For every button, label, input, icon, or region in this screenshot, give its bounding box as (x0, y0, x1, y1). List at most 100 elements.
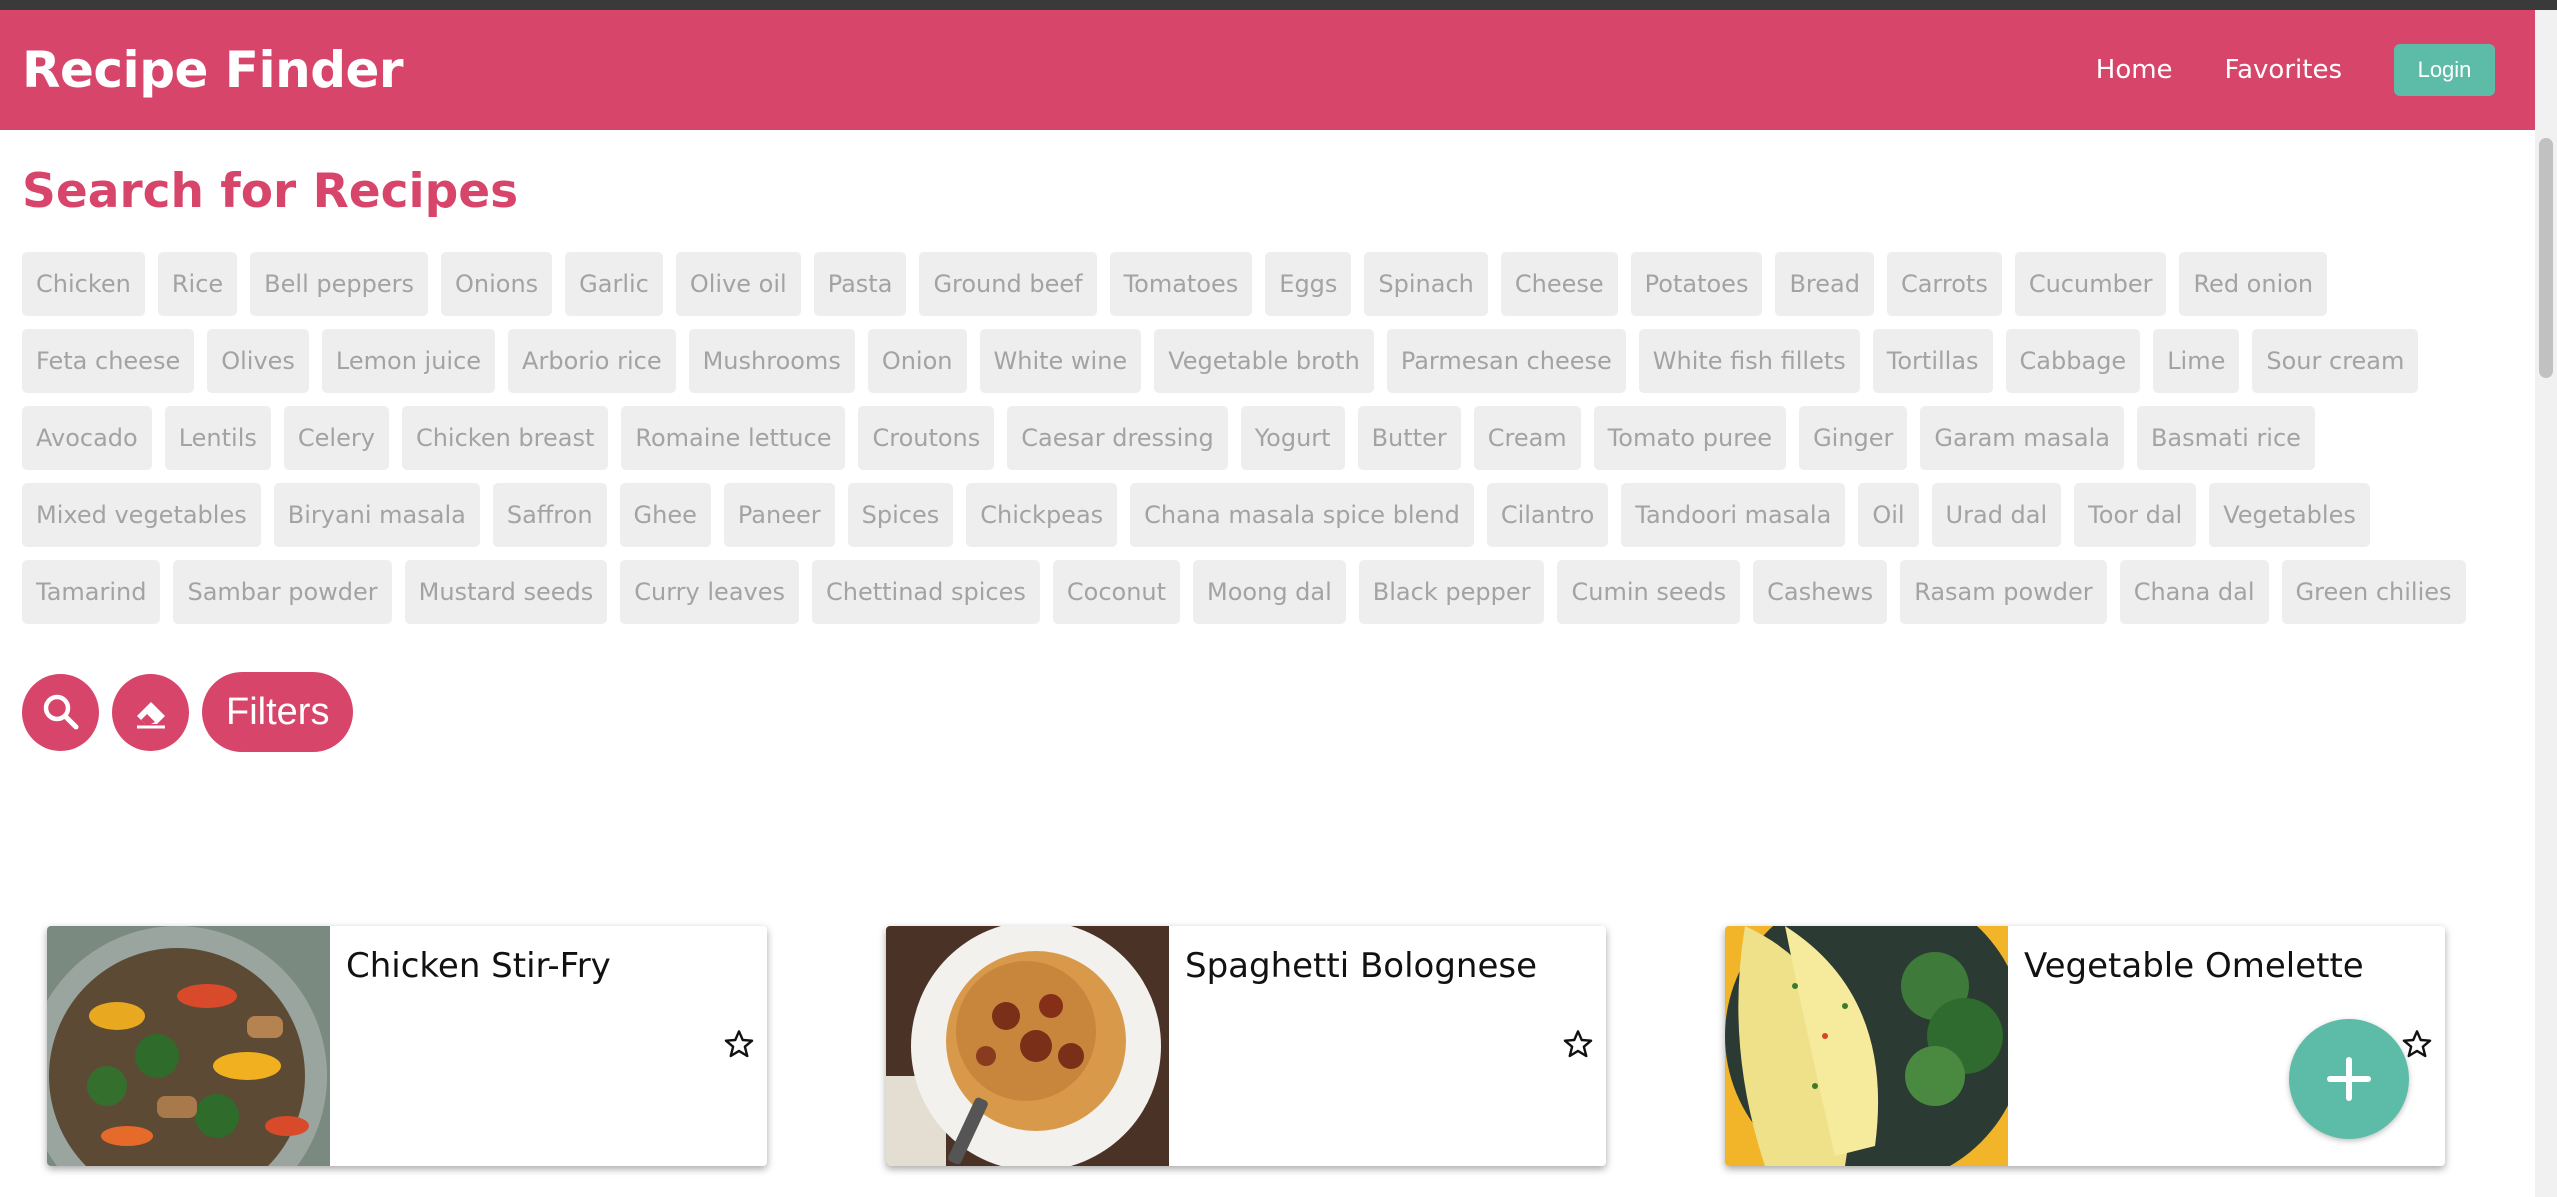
ingredient-chip[interactable]: Rice (157, 252, 238, 316)
ingredient-chip[interactable]: Rasam powder (1900, 560, 2107, 624)
ingredient-chip[interactable]: Spices (847, 483, 954, 547)
ingredient-chip[interactable]: Mushrooms (688, 329, 855, 393)
ingredient-chip[interactable]: Cumin seeds (1557, 560, 1741, 624)
ingredient-chip[interactable]: Chettinad spices (812, 560, 1040, 624)
ingredient-chip[interactable]: Tamarind (22, 560, 161, 624)
app-title: Recipe Finder (22, 41, 404, 99)
ingredient-chip[interactable]: Tortillas (1872, 329, 1993, 393)
ingredient-chip[interactable]: Black pepper (1358, 560, 1545, 624)
ingredient-chip[interactable]: Toor dal (2074, 483, 2197, 547)
ingredient-chip[interactable]: Bread (1775, 252, 1874, 316)
ingredient-chip[interactable]: Garlic (565, 252, 663, 316)
ingredient-chip[interactable]: Cabbage (2005, 329, 2141, 393)
recipe-card[interactable]: Chicken Stir-Fry (47, 926, 767, 1166)
ingredient-chip[interactable]: Cucumber (2014, 252, 2167, 316)
ingredient-chip[interactable]: Coconut (1052, 560, 1181, 624)
ingredient-chip[interactable]: Sambar powder (173, 560, 392, 624)
page-scrollbar[interactable] (2535, 10, 2557, 1197)
search-actions: Filters (22, 672, 2522, 752)
search-icon (43, 694, 78, 730)
ingredient-chip[interactable]: Cheese (1500, 252, 1618, 316)
browser-top-strip (0, 0, 2557, 10)
ingredient-chip[interactable]: Lemon juice (321, 329, 496, 393)
ingredient-chip[interactable]: Onion (867, 329, 967, 393)
ingredient-chip[interactable]: Garam masala (1920, 406, 2124, 470)
ingredient-chip[interactable]: Vegetable broth (1154, 329, 1374, 393)
ingredient-chip[interactable]: Spinach (1364, 252, 1488, 316)
ingredient-chip[interactable]: Lentils (164, 406, 271, 470)
ingredient-chip[interactable]: Sour cream (2252, 329, 2419, 393)
ingredient-chip[interactable]: Moong dal (1193, 560, 1346, 624)
ingredient-chip[interactable]: Pasta (813, 252, 907, 316)
ingredient-chip[interactable]: Celery (283, 406, 389, 470)
ingredient-chip[interactable]: Vegetables (2209, 483, 2370, 547)
star-outline-icon[interactable] (1562, 1028, 1594, 1060)
ingredient-chip[interactable]: Lime (2153, 329, 2240, 393)
ingredient-chip[interactable]: Cilantro (1486, 483, 1609, 547)
ingredient-chip[interactable]: Cream (1473, 406, 1581, 470)
ingredient-chip[interactable]: Carrots (1886, 252, 2002, 316)
recipe-title: Spaghetti Bolognese (1185, 946, 1538, 986)
page-title: Search for Recipes (22, 164, 519, 219)
ingredient-chip[interactable]: Ghee (619, 483, 711, 547)
ingredient-chip[interactable]: Chana masala spice blend (1130, 483, 1474, 547)
ingredient-chip[interactable]: Oil (1858, 483, 1919, 547)
ingredient-chip[interactable]: Chicken (22, 252, 145, 316)
nav-favorites-link[interactable]: Favorites (2225, 55, 2342, 85)
ingredient-chip[interactable]: Cashews (1753, 560, 1888, 624)
ingredient-chip[interactable]: Red onion (2179, 252, 2328, 316)
clear-button[interactable] (112, 673, 189, 751)
ingredient-chip[interactable]: Yogurt (1240, 406, 1345, 470)
ingredient-chip[interactable]: Chickpeas (966, 483, 1118, 547)
star-outline-icon[interactable] (723, 1028, 755, 1060)
ingredient-chip[interactable]: Eggs (1265, 252, 1352, 316)
ingredient-chip[interactable]: Chicken breast (401, 406, 609, 470)
ingredient-chip[interactable]: Arborio rice (508, 329, 676, 393)
ingredient-chip[interactable]: Green chilies (2281, 560, 2466, 624)
filters-button[interactable]: Filters (202, 672, 354, 752)
plus-icon (2327, 1057, 2371, 1101)
ingredient-chip[interactable]: Ground beef (919, 252, 1097, 316)
ingredient-chip-list: Chicken Rice Bell peppers Onions Garlic Olive… (22, 252, 2502, 624)
navbar: Recipe Finder Home Favorites Login (0, 10, 2535, 130)
ingredient-chip[interactable]: Tomatoes (1109, 252, 1253, 316)
ingredient-chip[interactable]: Ginger (1799, 406, 1908, 470)
star-outline-icon[interactable] (2401, 1028, 2433, 1060)
ingredient-chip[interactable]: Croutons (858, 406, 995, 470)
ingredient-chip[interactable]: White fish fillets (1638, 329, 1860, 393)
ingredient-chip[interactable]: Romaine lettuce (621, 406, 846, 470)
ingredient-chip[interactable]: Biryani masala (273, 483, 480, 547)
scrollbar-thumb[interactable] (2539, 138, 2553, 378)
ingredient-chip[interactable]: Chana dal (2119, 560, 2269, 624)
ingredient-chip[interactable]: Bell peppers (250, 252, 428, 316)
recipe-image (47, 926, 330, 1166)
add-recipe-button[interactable] (2289, 1019, 2409, 1139)
ingredient-chip[interactable]: Tomato puree (1593, 406, 1787, 470)
ingredient-chip[interactable]: Tandoori masala (1621, 483, 1846, 547)
ingredient-chip[interactable]: Butter (1357, 406, 1461, 470)
ingredient-chip[interactable]: Mixed vegetables (22, 483, 261, 547)
ingredient-chip[interactable]: Avocado (22, 406, 152, 470)
ingredient-chip[interactable]: White wine (979, 329, 1142, 393)
recipe-title: Chicken Stir-Fry (346, 946, 611, 986)
ingredient-chip[interactable]: Potatoes (1630, 252, 1763, 316)
ingredient-chip[interactable]: Curry leaves (620, 560, 799, 624)
nav-home-link[interactable]: Home (2096, 55, 2173, 85)
ingredient-chip[interactable]: Mustard seeds (404, 560, 608, 624)
search-button[interactable] (22, 673, 99, 751)
recipe-image (886, 926, 1169, 1166)
ingredient-chip[interactable]: Parmesan cheese (1386, 329, 1626, 393)
main-content: Search for Recipes Chicken Rice Bell peppe… (22, 130, 2522, 752)
ingredient-chip[interactable]: Onions (440, 252, 553, 316)
ingredient-chip[interactable]: Feta cheese (22, 329, 195, 393)
recipe-card[interactable]: Spaghetti Bolognese (886, 926, 1606, 1166)
ingredient-chip[interactable]: Basmati rice (2136, 406, 2315, 470)
recipe-image (1725, 926, 2008, 1166)
ingredient-chip[interactable]: Olive oil (675, 252, 801, 316)
ingredient-chip[interactable]: Saffron (492, 483, 607, 547)
ingredient-chip[interactable]: Caesar dressing (1007, 406, 1228, 470)
ingredient-chip[interactable]: Paneer (723, 483, 835, 547)
ingredient-chip[interactable]: Urad dal (1931, 483, 2062, 547)
login-button[interactable]: Login (2394, 44, 2495, 96)
ingredient-chip[interactable]: Olives (207, 329, 309, 393)
